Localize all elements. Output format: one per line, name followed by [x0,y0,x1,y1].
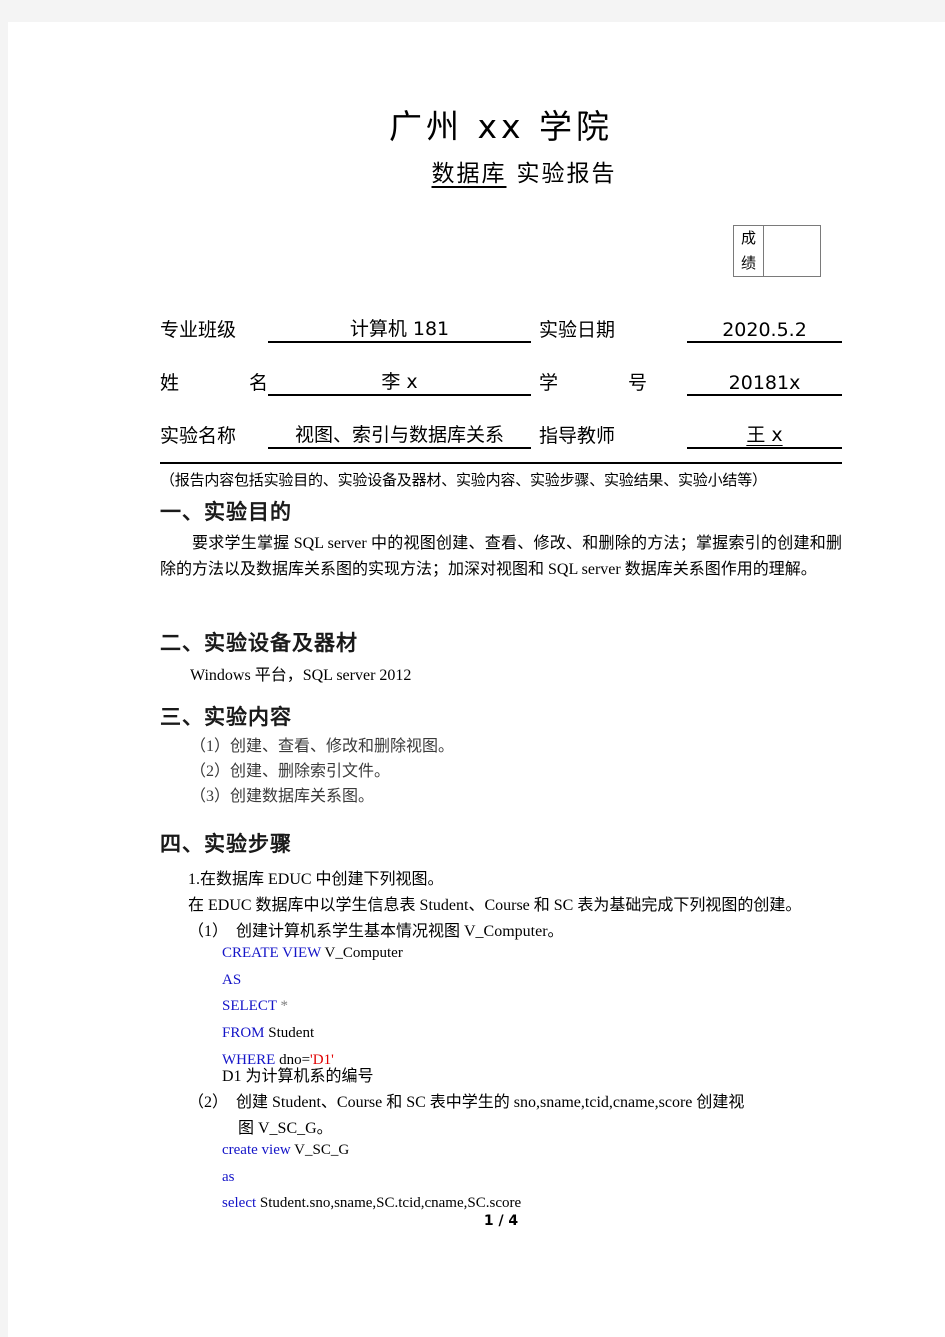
code-line: AS [222,971,242,988]
spacer [531,342,539,395]
step-1-item-2: （2） 创建 Student、Course 和 SC 表中学生的 sno,sna… [160,1090,842,1142]
grade-value-cell[interactable] [764,226,820,276]
report-subtitle: 数据库 实验报告 [160,160,842,190]
section-body-4: 1.在数据库 EDUC 中创建下列视图。 在 EDUC 数据库中以学生信息表 S… [160,867,842,945]
section-heading-4: 四、实验步骤 [160,832,292,856]
code-line: as [222,1168,235,1185]
label-major-class: 专业班级 [160,319,237,341]
label-instructor: 指导教师 [539,425,616,447]
value-exp-date[interactable]: 2020.5.2 [687,290,842,343]
table-row: 实验名称 视图、索引与数据库关系 指导教师 王 x [160,395,842,449]
header-divider [160,462,842,464]
step-1-note: 在 EDUC 数据库中以学生信息表 Student、Course 和 SC 表为… [188,896,802,914]
table-row: 姓 名 李 x 学 号 20181x [160,342,842,396]
d1-note: D1 为计算机系的编号 [222,1068,374,1085]
section-body-2: Windows 平台，SQL server 2012 [190,667,412,684]
code-line: SELECT * [222,998,288,1015]
value-major-class[interactable]: 计算机 181 [268,290,531,343]
sql-code-block-2: create view V_SC_G as select Student.sno… [160,1137,842,1217]
label-name: 姓 名 [160,372,268,394]
list-item: （3）创建数据库关系图。 [190,787,375,805]
value-student-id[interactable]: 20181x [687,342,842,396]
document-page: 广州 xx 学院 数据库 实验报告 成 绩 专业班级 计算机 181 实验日期 2… [8,22,945,1337]
label-exp-name: 实验名称 [160,425,237,447]
report-subject: 数据库 [431,161,507,188]
code-line: FROM Student [222,1025,315,1042]
value-name[interactable]: 李 x [268,342,531,396]
code-line: CREATE VIEW V_Computer [222,945,403,961]
page-content: 广州 xx 学院 数据库 实验报告 成 绩 专业班级 计算机 181 实验日期 2… [160,22,842,1229]
step-1: 1.在数据库 EDUC 中创建下列视图。 [188,871,444,888]
value-exp-name[interactable]: 视图、索引与数据库关系 [268,395,531,449]
section-heading-3: 三、实验内容 [160,705,292,729]
section-heading-2: 二、实验设备及器材 [160,631,358,655]
sql-code-block-1: CREATE VIEW V_Computer AS SELECT * FROM … [160,940,842,1073]
section-body-1: 要求学生掌握 SQL server 中的视图创建、查看、修改、和删除的方法；掌握… [160,535,842,578]
grade-label-char2: 绩 [740,254,756,272]
section-body-3: （1）创建、查看、修改和删除视图。 （2）创建、删除索引文件。 （3）创建数据库… [160,735,842,809]
page-number: 1 / 4 [483,1213,519,1229]
info-table: 专业班级 计算机 181 实验日期 2020.5.2 姓 名 李 x 学 号 2… [160,290,842,449]
table-row: 专业班级 计算机 181 实验日期 2020.5.2 [160,290,842,343]
label-exp-date: 实验日期 [539,319,616,341]
spacer [531,395,539,448]
report-type: 实验报告 [516,161,617,188]
grade-label-char1: 成 [740,229,756,247]
label-student-id: 学 号 [539,372,647,394]
section-heading-1: 一、实验目的 [160,500,292,524]
code-line: create view V_SC_G [222,1142,350,1158]
grade-box: 成 绩 [733,225,821,277]
step-1-item-2-line1: （2） 创建 Student、Course 和 SC 表中学生的 sno,sna… [188,1094,745,1111]
value-instructor[interactable]: 王 x [687,395,842,449]
report-content-note: （报告内容包括实验目的、实验设备及器材、实验内容、实验步骤、实验结果、实验小结等… [160,471,767,489]
spacer [531,290,539,342]
list-item: （1）创建、查看、修改和删除视图。 [190,738,455,755]
institution-title: 广州 xx 学院 [388,107,614,146]
grade-label: 成 绩 [734,226,764,276]
list-item: （2）创建、删除索引文件。 [190,762,391,780]
